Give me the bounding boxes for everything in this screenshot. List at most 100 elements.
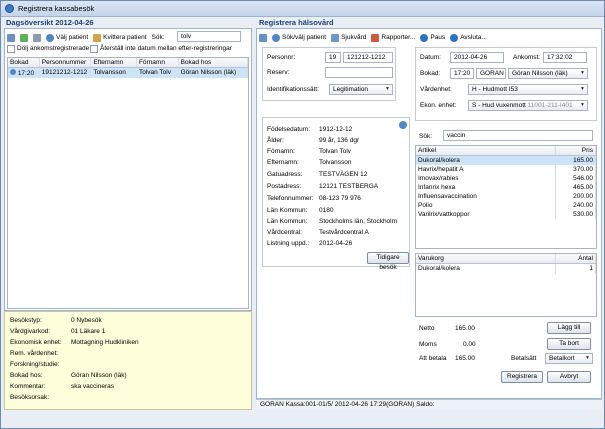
detail-label: Efternamn: bbox=[267, 159, 299, 166]
col-article[interactable]: Artikel bbox=[416, 146, 556, 155]
col-cart[interactable]: Varukorg bbox=[416, 254, 556, 263]
sick-visit-button[interactable]: Sjukvård bbox=[331, 33, 366, 42]
cancel-button[interactable]: Avbryt bbox=[547, 371, 591, 383]
title-bar: Registrera kassabesök bbox=[1, 1, 604, 17]
reports-button[interactable]: Rapporter... bbox=[371, 33, 415, 42]
date-input[interactable]: 2012-04-26 bbox=[450, 52, 504, 63]
to-pay-value: 165.00 bbox=[455, 355, 475, 362]
patient-details-box: Födelsedatum: 1912-12-12 Ålder: 99 år, 1… bbox=[262, 117, 410, 271]
article-price: 200.00 bbox=[556, 192, 596, 201]
unit-select[interactable]: H - Hudmott I53 bbox=[468, 84, 588, 95]
receipt-patient-button[interactable]: Kvittera patient bbox=[93, 33, 147, 42]
unit-label: Vårdenhet: bbox=[420, 86, 452, 93]
col-price[interactable]: Pris bbox=[556, 146, 596, 155]
reserve-input[interactable] bbox=[325, 67, 393, 78]
info-value: 0 Nybesök bbox=[71, 317, 102, 324]
reserve-label: Reserv: bbox=[267, 69, 290, 76]
window-title: Registrera kassabesök bbox=[18, 4, 95, 13]
col-lastname[interactable]: Efternamn bbox=[91, 58, 137, 67]
article-row[interactable]: Varilrix/vattkoppor 530.00 bbox=[416, 210, 596, 219]
info-label: Vårdgivarkod: bbox=[10, 328, 51, 335]
payment-method-label: Betalsätt bbox=[511, 355, 537, 362]
article-name: Havrix/hepatit A bbox=[416, 165, 556, 174]
refresh-icon[interactable] bbox=[20, 33, 28, 42]
user-icon bbox=[46, 33, 54, 42]
article-row[interactable]: Infanrix hexa 465.00 bbox=[416, 183, 596, 192]
article-row[interactable]: Polio 240.00 bbox=[416, 201, 596, 210]
patient-search-input[interactable]: tolv bbox=[177, 31, 241, 42]
detail-label: Ålder: bbox=[267, 137, 284, 144]
col-booked[interactable]: Bokad bbox=[8, 58, 40, 67]
user-search-icon bbox=[272, 33, 280, 42]
article-name: Varilrix/vattkoppor bbox=[416, 210, 556, 219]
article-price: 465.00 bbox=[556, 183, 596, 192]
detail-value: 99 år, 136 dgr bbox=[319, 137, 360, 144]
arrival-label: Ankomst: bbox=[513, 54, 541, 61]
register-heading: Registrera hälsovård bbox=[259, 18, 334, 27]
keep-dates-checkbox[interactable] bbox=[90, 45, 98, 53]
exit-icon bbox=[450, 33, 459, 42]
print-icon[interactable] bbox=[33, 33, 41, 42]
payment-method-select[interactable]: Betalkort bbox=[545, 353, 593, 364]
article-price: 165.00 bbox=[556, 156, 596, 165]
info-label: Rem. vårdenhet: bbox=[10, 350, 59, 357]
exit-button[interactable]: Avsluta... bbox=[450, 33, 487, 42]
arrival-input[interactable]: 17:32:02 bbox=[543, 52, 587, 63]
table-row[interactable]: 17:20 19121212-1212 Tolvansson Tolvan To… bbox=[8, 68, 248, 78]
visit-box: Datum: 2012-04-26 Ankomst: 17:32:02 Boka… bbox=[415, 47, 597, 121]
remove-button[interactable]: Ta bort bbox=[547, 338, 591, 350]
info-label: Ekonomisk enhet: bbox=[10, 339, 62, 346]
article-row[interactable]: Dukoral/kolera 165.00 bbox=[416, 156, 596, 165]
to-pay-label: Att betala bbox=[419, 355, 447, 362]
col-qty[interactable]: Antal bbox=[556, 254, 596, 263]
net-label: Netto bbox=[419, 325, 435, 332]
article-row[interactable]: Imovax/rabies 546.00 bbox=[416, 174, 596, 183]
visit-info-panel: Besökstyp: 0 Nybesök Vårdgivarkod: 01 Lä… bbox=[4, 311, 252, 410]
info-value: 01 Läkare 1 bbox=[71, 328, 106, 335]
previous-visits-button[interactable]: Tidigare besök bbox=[367, 252, 409, 271]
info-value: Mottagning Hudkliniken bbox=[71, 339, 139, 346]
article-search-input[interactable]: vaccin bbox=[443, 130, 593, 141]
toolbar-icon[interactable] bbox=[259, 33, 267, 42]
detail-value: Tolvansson bbox=[319, 159, 352, 166]
select-patient-button[interactable]: Välj patient bbox=[46, 33, 88, 42]
add-button[interactable]: Lägg till bbox=[547, 322, 591, 334]
booked-with-select[interactable]: Göran Nilsson (läk) bbox=[508, 68, 588, 79]
hide-prereg-checkbox[interactable] bbox=[7, 45, 15, 53]
edit-person-icon[interactable] bbox=[399, 121, 407, 129]
pnr-input[interactable]: 121212-1212 bbox=[343, 52, 393, 63]
econ-unit-label: Ekon. enhet: bbox=[420, 102, 457, 109]
info-label: Besöksorsak: bbox=[10, 394, 50, 401]
save-icon[interactable] bbox=[7, 33, 15, 42]
detail-label: Gatuadress: bbox=[267, 171, 303, 178]
register-button[interactable]: Registrera bbox=[501, 371, 543, 383]
id-method-select[interactable]: Legitimation bbox=[329, 84, 393, 95]
search-patient-button[interactable]: Sök/välj patient bbox=[272, 33, 326, 42]
col-firstname[interactable]: Förnamn bbox=[137, 58, 179, 67]
article-table: Artikel Pris Dukoral/kolera 165.00 Havrix/… bbox=[415, 145, 597, 249]
hide-prereg-label: Dölj ankomstregistrerade bbox=[17, 45, 90, 52]
detail-value: 1912-12-12 bbox=[319, 126, 353, 133]
article-price: 240.00 bbox=[556, 201, 596, 210]
article-row[interactable]: Havrix/hepatit A 370.00 bbox=[416, 165, 596, 174]
article-table-header: Artikel Pris bbox=[416, 146, 596, 156]
register-pane: Sök/välj patient Sjukvård Rapporter... P… bbox=[256, 28, 602, 399]
article-price: 546.00 bbox=[556, 174, 596, 183]
booked-sign-input[interactable]: GORAN bbox=[476, 68, 506, 79]
cart-row[interactable]: Dukoral/kolera 1 bbox=[416, 264, 596, 274]
net-value: 165.00 bbox=[455, 325, 475, 332]
booked-label: Bokad: bbox=[420, 70, 441, 77]
econ-unit-select[interactable]: S - Hud vuxenmott 11001-211-I401 bbox=[468, 100, 588, 111]
col-pnr[interactable]: Personnummer bbox=[40, 58, 92, 67]
app-icon bbox=[5, 4, 14, 13]
pnr-century-input[interactable]: 19 bbox=[325, 52, 341, 63]
article-name: Polio bbox=[416, 201, 556, 210]
pause-button[interactable]: Paus bbox=[420, 33, 445, 42]
col-booked-with[interactable]: Bokad hos bbox=[179, 58, 248, 67]
row-time: 17:20 bbox=[17, 70, 35, 77]
booked-time-input[interactable]: 17:20 bbox=[450, 68, 474, 79]
article-row[interactable]: Influensavaccination 200.00 bbox=[416, 192, 596, 201]
patient-box: Personnr: 19 121212-1212 Reserv: Identif… bbox=[262, 47, 396, 101]
detail-label: Förnamn: bbox=[267, 148, 295, 155]
table-header: Bokad Personnummer Efternamn Förnamn Bok… bbox=[8, 58, 248, 68]
